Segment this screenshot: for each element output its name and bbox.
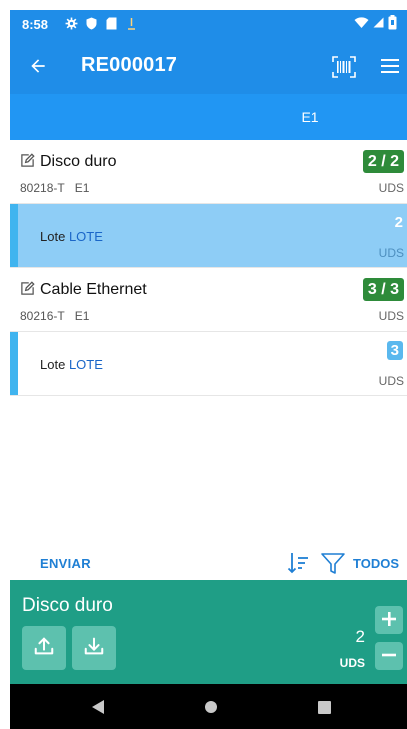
item-ref: 80216-T [20,309,65,323]
lot-caption: Lote [40,357,66,372]
item-name: Disco duro [40,153,117,170]
lot-value: LOTE [68,357,103,372]
current-item-panel: Disco duro 2 UDS [10,580,407,684]
item-location: E1 [74,309,90,323]
lot-quantity: 2 [394,214,403,231]
upload-button[interactable] [22,626,66,670]
signal-icon [373,16,384,32]
lot-label: Lote LOTE [40,229,103,244]
wifi-icon [354,16,369,32]
filter-todos-button[interactable]: TODOS [353,556,399,571]
selection-indicator [10,332,18,395]
action-row: ENVIAR TODOS [10,544,407,584]
phone-screen: 8:58 RE000017 E1 Disco duro 2 / 2 80218-… [10,10,407,729]
item-code: 80218-T E1 [20,181,89,195]
nav-back-icon[interactable] [88,697,108,717]
download-status-icon [124,16,138,30]
list-item[interactable]: Disco duro 2 / 2 80218-T E1 UDS [10,140,407,204]
status-right-icons [354,15,397,33]
filter-icon[interactable] [320,550,346,576]
panel-quantity: 2 [355,627,365,646]
plus-icon [381,607,397,633]
plus-button[interactable] [375,606,403,634]
minus-icon [381,643,397,669]
send-button[interactable]: ENVIAR [40,556,91,571]
item-unit: UDS [378,181,404,195]
status-time: 8:58 [22,17,49,32]
shield-icon [84,16,98,30]
list-item[interactable]: Cable Ethernet 3 / 3 80216-T E1 UDS [10,268,407,332]
hamburger-menu-icon[interactable] [378,54,402,78]
tab-e1[interactable]: E1 [280,94,340,140]
edit-icon[interactable] [20,281,36,297]
item-code: 80216-T E1 [20,309,89,323]
download-icon [83,635,105,662]
download-button[interactable] [72,626,116,670]
item-location: E1 [74,181,90,195]
minus-button[interactable] [375,642,403,670]
arrow-left-icon[interactable] [24,52,52,80]
edit-icon[interactable] [20,153,36,169]
quantity-badge: 2 / 2 [362,150,404,173]
tab-strip: E1 [10,94,407,140]
panel-product-name: Disco duro [22,595,113,616]
battery-icon [388,15,397,33]
sort-icon[interactable] [287,550,313,576]
sd-card-icon [104,16,118,30]
lot-unit: UDS [378,374,404,388]
item-list: Disco duro 2 / 2 80218-T E1 UDS Lote LOT… [10,140,407,396]
upload-icon [33,635,55,662]
lot-row[interactable]: Lote LOTE 2 UDS [10,204,407,268]
selection-indicator [10,204,18,267]
lot-unit: UDS [378,246,404,260]
nav-recents-icon[interactable] [314,697,334,717]
lot-row[interactable]: Lote LOTE 3 UDS [10,332,407,396]
nav-home-icon[interactable] [201,697,221,717]
item-ref: 80218-T [20,181,65,195]
item-name: Cable Ethernet [40,281,147,298]
lot-value: LOTE [68,229,103,244]
item-unit: UDS [378,309,404,323]
quantity-badge: 3 / 3 [362,278,404,301]
lot-quantity: 3 [386,341,403,360]
page-title: RE000017 [81,54,178,76]
status-bar: 8:58 [10,10,407,38]
panel-unit: UDS [339,656,365,670]
lot-label: Lote LOTE [40,357,103,372]
barcode-scan-icon[interactable] [330,53,358,81]
app-bar: RE000017 [10,38,407,94]
lot-caption: Lote [40,229,66,244]
system-nav-bar [10,684,407,729]
settings-gear-icon [64,16,78,30]
